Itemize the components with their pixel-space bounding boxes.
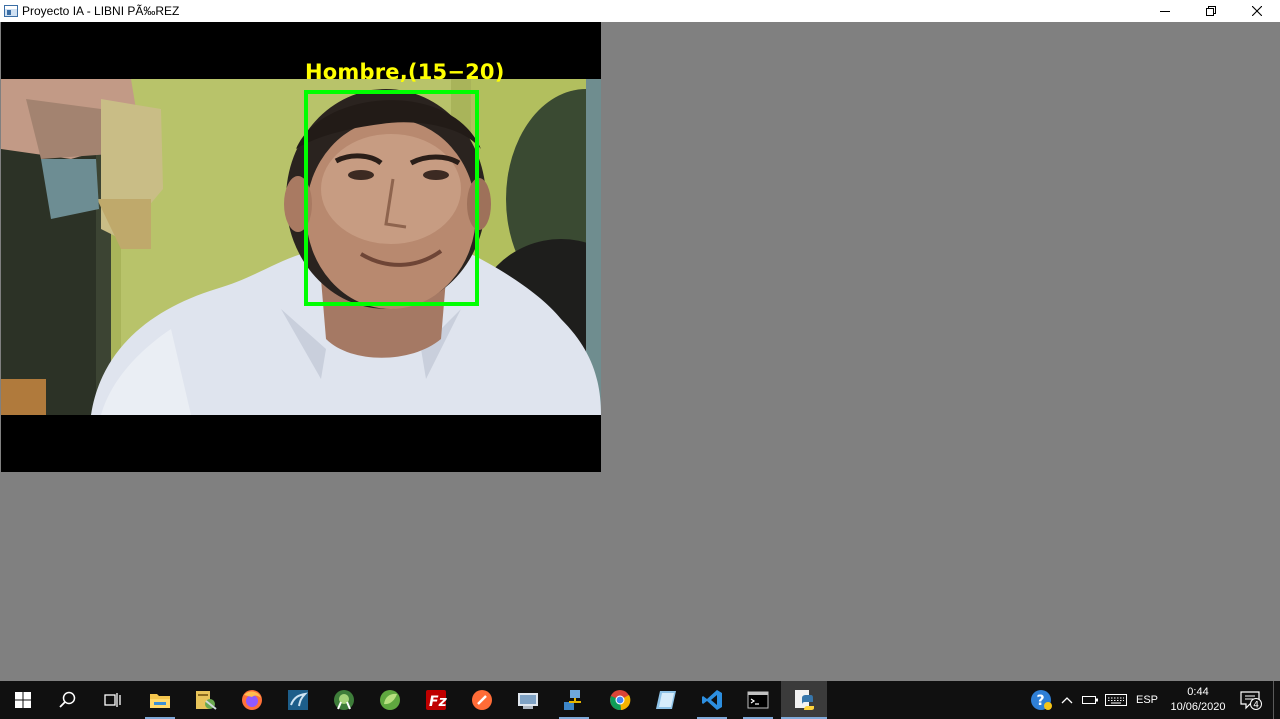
face-detection-overlay [304,90,479,306]
file-explorer-icon [150,694,170,708]
detection-label: Hombre,(15−20) [305,60,505,84]
restore-icon [1206,6,1216,16]
notification-count: 4 [1253,701,1259,711]
language-indicator: ESP [1135,694,1158,706]
restore-button[interactable] [1188,0,1234,22]
search-button[interactable] [45,681,91,719]
python-icon [795,690,814,710]
start-button[interactable] [0,681,46,719]
minimize-icon [1160,11,1170,12]
task-view-button[interactable] [90,681,136,719]
tray-show-hidden[interactable] [1058,681,1076,719]
taskbar-filezilla[interactable]: Fz [413,681,459,719]
minimize-button[interactable] [1142,0,1188,22]
tray-help[interactable]: ? [1028,681,1054,719]
camera-video-frame: Hombre,(15−20) [1,22,601,472]
taskbar-vm-app[interactable] [505,681,551,719]
taskbar-vscode[interactable] [689,681,735,719]
tray-clock[interactable]: 0:44 10/06/2020 [1163,685,1233,715]
close-button[interactable] [1234,0,1280,22]
taskbar-firefox[interactable] [229,681,275,719]
close-icon [1252,6,1262,16]
taskbar-network-app[interactable] [551,681,597,719]
vscode-icon [702,690,722,710]
chrome-icon [610,690,631,711]
show-desktop-button[interactable] [1273,681,1280,719]
android-studio-icon [334,690,354,710]
postman-icon [472,690,492,710]
spring-tool-icon [380,690,400,710]
taskbar-chrome[interactable] [597,681,643,719]
taskbar-android-studio[interactable] [321,681,367,719]
face-bounding-box [304,90,479,306]
tools-app-icon [196,691,217,710]
tray-keyboard[interactable] [1103,681,1129,719]
window-controls [1142,0,1280,22]
notes-app-icon [656,691,676,709]
network-app-icon [564,690,581,710]
taskbar: Fz ? ESP 0:44 10/06/2020 4 [0,681,1280,719]
task-view-icon [104,693,121,707]
window-title: Proyecto IA - LIBNI PÃ‰REZ [22,4,180,18]
taskbar-mysql-workbench[interactable] [275,681,321,719]
taskbar-file-explorer[interactable] [137,681,183,719]
taskbar-notes-app[interactable] [643,681,689,719]
taskbar-spring-tool[interactable] [367,681,413,719]
help-icon: ? [1031,690,1052,710]
vm-app-icon [518,693,538,709]
firefox-icon [242,690,262,710]
tray-battery[interactable] [1080,681,1100,719]
keyboard-icon [1105,694,1127,706]
chevron-up-icon [1061,697,1073,704]
app-window-icon [4,5,18,17]
svg-text:Fz: Fz [429,694,447,710]
mysql-workbench-icon [288,690,308,710]
clock-time: 0:44 [1187,686,1209,698]
start-icon [15,692,31,708]
filezilla-icon: Fz [426,690,447,710]
svg-text:?: ? [1037,693,1045,709]
notification-icon: 4 [1240,691,1262,711]
clock-date: 10/06/2020 [1170,701,1226,713]
taskbar-postman[interactable] [459,681,505,719]
taskbar-tools-app[interactable] [183,681,229,719]
taskbar-python[interactable] [781,681,827,719]
taskbar-terminal[interactable] [735,681,781,719]
tray-notifications[interactable]: 4 [1238,681,1264,719]
terminal-icon [747,691,769,709]
search-icon [59,691,76,708]
battery-icon [1082,696,1098,704]
tray-language[interactable]: ESP [1133,681,1161,719]
window-titlebar[interactable]: Proyecto IA - LIBNI PÃ‰REZ [0,0,1280,22]
